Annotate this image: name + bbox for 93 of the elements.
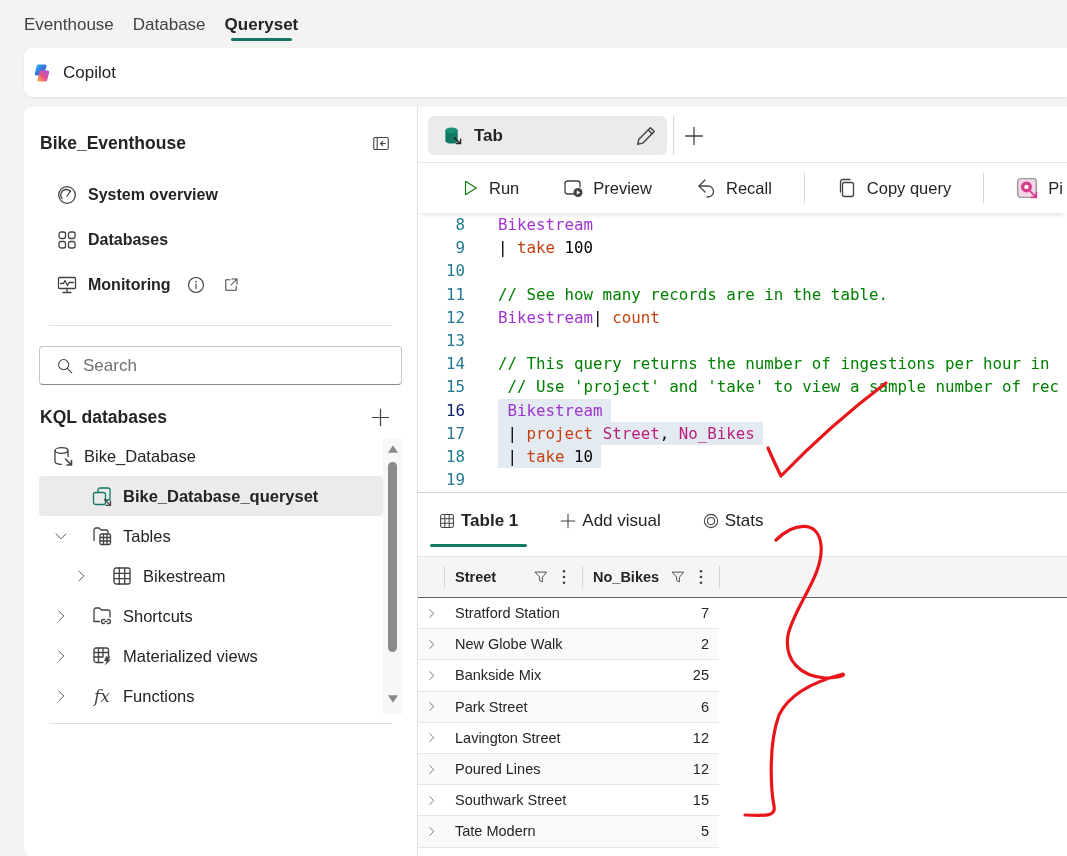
database-icon [53, 446, 73, 466]
copy-query-button[interactable]: Copy query [836, 178, 952, 198]
column-header[interactable]: Street [455, 569, 497, 585]
table-cell-text: Tate Modern [454, 823, 537, 840]
table-cell-text: Park Street [454, 698, 529, 715]
logo-icon [32, 62, 52, 83]
overlapping-squares-icon [92, 486, 112, 506]
table-cell-text: 15 [691, 792, 710, 809]
query-tab[interactable]: Tab [428, 116, 667, 155]
section-title: KQL databases [40, 406, 168, 428]
line-number: 16 [444, 399, 465, 422]
table-cell-text: 12 [691, 761, 710, 778]
line-number: 10 [444, 260, 465, 283]
run-button[interactable]: Run [461, 178, 520, 198]
sidebar-title: Bike_Eventhouse [40, 132, 186, 154]
plus-icon[interactable] [684, 125, 704, 146]
plus-icon [560, 512, 577, 529]
line-number: 18 [444, 445, 465, 468]
scroll-up-arrow-icon[interactable] [387, 445, 398, 453]
nav-item[interactable]: Databases [57, 229, 169, 250]
line-number: 19 [444, 469, 465, 492]
info-icon[interactable] [186, 275, 205, 294]
column-header[interactable]: No_Bikes [593, 569, 660, 585]
table-cell-text: 12 [691, 729, 710, 746]
filter-icon[interactable] [534, 570, 548, 584]
table-cell-text: New Globe Walk [454, 636, 564, 653]
nav-tab[interactable]: Eventhouse [24, 14, 114, 42]
toolbar-button[interactable]: Pi [1016, 177, 1063, 199]
copilot-button[interactable]: Copilot [24, 48, 1067, 97]
scrollbar[interactable] [383, 439, 402, 714]
monitor-pulse-icon [57, 274, 77, 295]
nav-item[interactable]: System overview [57, 184, 218, 205]
line-number: 14 [444, 353, 465, 376]
folder-link-icon [92, 606, 112, 626]
database-icon [443, 125, 462, 146]
line-number: 17 [444, 422, 465, 445]
line-number: 11 [444, 283, 465, 306]
table-cell-text: Southwark Street [454, 792, 568, 809]
result-tab[interactable]: Stats [693, 493, 773, 548]
table-cell-text: 2 [699, 636, 710, 653]
table-cell-text: Stratford Station [454, 605, 561, 622]
code-line: // See how many records are in the table. [498, 283, 889, 306]
line-number: 12 [444, 306, 465, 329]
window-play-icon [563, 178, 584, 198]
folder-grid-icon [92, 526, 112, 546]
table-cell-text: Poured Lines [454, 761, 542, 778]
table-cell-text: 6 [699, 698, 710, 715]
tree-item[interactable]: Shortcuts [39, 596, 383, 636]
preview-button[interactable]: Preview [563, 178, 652, 198]
table-cell-text: 25 [691, 667, 710, 684]
fx-icon: fx [92, 686, 112, 706]
result-tab[interactable]: Table 1 [430, 493, 528, 548]
more-options-icon[interactable] [699, 570, 703, 584]
more-options-icon[interactable] [562, 570, 566, 584]
square-target-icon [1016, 177, 1039, 199]
nav-tab[interactable]: Database [132, 14, 206, 42]
line-number: 8 [454, 214, 465, 236]
code-line: // This query returns the number of ingestions per hour in [498, 353, 1051, 376]
tree-item[interactable]: Tables [39, 516, 383, 556]
nav-tab[interactable]: Queryset [224, 14, 299, 42]
line-number: 15 [444, 376, 465, 399]
search-field[interactable]: Search [39, 346, 402, 385]
line-number: 13 [444, 329, 465, 352]
plus-icon[interactable] [371, 407, 390, 427]
scroll-down-arrow-icon[interactable] [387, 695, 398, 703]
collapse-panel-icon[interactable] [371, 134, 391, 152]
table-cell-text: 5 [699, 823, 710, 840]
code-line: Bikestream| count [498, 306, 661, 329]
filter-icon[interactable] [671, 570, 685, 584]
tree-item[interactable]: fx Functions [39, 676, 383, 716]
gauge-icon [57, 184, 77, 205]
scrollbar-thumb[interactable] [388, 462, 397, 652]
line-number: 9 [454, 237, 465, 260]
code-line: | take 100 [498, 237, 595, 260]
tree-item[interactable]: Bikestream [39, 556, 383, 596]
table-cell-text: 7 [699, 605, 710, 622]
tree-item[interactable]: Materialized views [39, 636, 383, 676]
table-cell-text: Bankside Mix [454, 667, 543, 684]
tree-item[interactable]: Bike_Database_queryset [39, 476, 383, 516]
code-line: Bikestream [498, 214, 595, 236]
pencil-icon[interactable] [635, 124, 657, 147]
ring-icon [702, 512, 719, 529]
external-link-icon[interactable] [222, 276, 239, 293]
table-grid-icon [439, 512, 455, 529]
result-tab[interactable]: Add visual [551, 493, 670, 548]
search-icon [57, 357, 73, 374]
nav-item[interactable]: Monitoring [57, 274, 171, 295]
grid-bolt-icon [92, 646, 112, 666]
table-cell-text: Lavington Street [454, 729, 562, 746]
table-grid-icon [112, 566, 132, 586]
recall-button[interactable]: Recall [695, 178, 772, 198]
four-squares-icon [57, 229, 77, 250]
tree-item[interactable]: Bike_Database [39, 436, 383, 476]
